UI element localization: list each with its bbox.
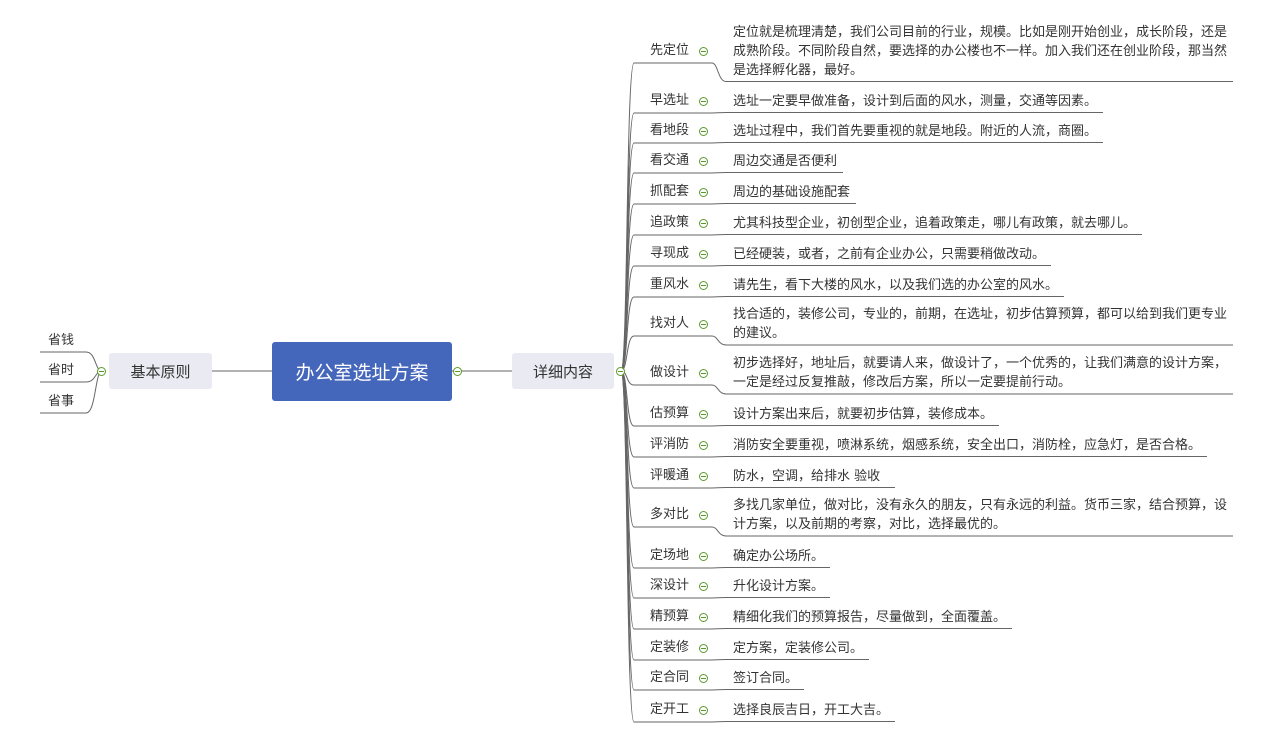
detail-item-label[interactable]: 先定位 <box>650 41 689 60</box>
collapse-toggle-detail[interactable] <box>699 281 708 290</box>
detail-text-underline <box>711 296 1064 298</box>
detail-item-label[interactable]: 抓配套 <box>650 182 689 201</box>
detail-text-underline <box>711 142 1103 144</box>
basic-principle-item[interactable]: 省钱 <box>48 331 74 350</box>
collapse-toggle-center[interactable] <box>453 367 462 376</box>
detail-item-text: 签订合同。 <box>733 670 799 686</box>
detail-text-underline <box>711 597 830 599</box>
detail-item-label[interactable]: 定开工 <box>650 700 689 719</box>
detail-item-text: 定方案，定装修公司。 <box>733 640 864 656</box>
detail-item-text: 找合适的，装修公司，专业的，前期，在选址，初步估算预算，都可以给到我们更专业的建… <box>733 307 1228 341</box>
detail-text-underline <box>711 567 830 569</box>
detail-item-text: 选择良辰吉日，开工大吉。 <box>733 702 890 718</box>
detail-item-label[interactable]: 定合同 <box>650 668 689 687</box>
detail-item-text: 防水，空调，给排水 验收 <box>733 468 881 484</box>
detail-text-underline <box>711 203 856 205</box>
detail-item-text: 尤其科技型企业，初创型企业，追着政策走，哪儿有政策，就去哪儿。 <box>733 215 1137 231</box>
detail-item-text: 确定办公场所。 <box>733 548 825 564</box>
detail-item-text: 多找几家单位，做对比，没有永久的朋友，只有永远的利益。货币三家，结合预算，设计方… <box>733 498 1228 532</box>
detail-item-label[interactable]: 多对比 <box>650 505 689 524</box>
detail-item-label[interactable]: 寻现成 <box>650 244 689 263</box>
detail-item-label[interactable]: 定装修 <box>650 638 689 657</box>
detail-item-label[interactable]: 做设计 <box>650 363 689 382</box>
detail-item-label[interactable]: 估预算 <box>650 404 689 423</box>
collapse-toggle-detail[interactable] <box>699 157 708 166</box>
detail-item-label[interactable]: 追政策 <box>650 213 689 232</box>
collapse-toggle-detail[interactable] <box>699 250 708 259</box>
collapse-toggle-detail[interactable] <box>699 369 708 378</box>
detail-item-label[interactable]: 评暖通 <box>650 466 689 485</box>
detail-item-text: 初步选择好，地址后，就要请人来，做设计了，一个优秀的，让我们满意的设计方案，一定… <box>733 356 1228 390</box>
detail-text-underline <box>711 689 804 691</box>
detail-item-text: 升化设计方案。 <box>733 578 825 594</box>
branch-basic-principles[interactable]: 基本原则 <box>109 353 212 389</box>
detail-text-underline <box>711 112 1103 114</box>
central-topic[interactable]: 办公室选址方案 <box>272 342 452 401</box>
detail-item-label[interactable]: 早选址 <box>650 91 689 110</box>
detail-item-text: 已经硬装，或者，之前有企业办公，只需要稍做改动。 <box>733 246 1046 262</box>
detail-item-label[interactable]: 找对人 <box>650 314 689 333</box>
collapse-toggle-basic[interactable] <box>97 367 106 376</box>
collapse-toggle-detail[interactable] <box>699 219 708 228</box>
detail-item-text: 设计方案出来后，就要初步估算，装修成本。 <box>733 406 994 422</box>
detail-text-underline <box>711 628 1012 630</box>
detail-item-text: 周边的基础设施配套 <box>733 184 851 200</box>
basic-principle-item[interactable]: 省时 <box>48 361 74 380</box>
detail-item-text: 消防安全要重视，喷淋系统，烟感系统，安全出口，消防栓，应急灯，是否合格。 <box>733 437 1202 453</box>
collapse-toggle-detail[interactable] <box>699 472 708 481</box>
collapse-toggle-detail[interactable] <box>699 552 708 561</box>
detail-text-underline <box>711 425 999 427</box>
collapse-toggle-details[interactable] <box>616 367 625 376</box>
collapse-toggle-detail[interactable] <box>699 188 708 197</box>
detail-text-underline <box>711 456 1207 458</box>
detail-text-underline <box>711 265 1051 267</box>
collapse-toggle-detail[interactable] <box>699 582 708 591</box>
branch-basic-principles-label: 基本原则 <box>130 362 191 381</box>
collapse-toggle-detail[interactable] <box>699 47 708 56</box>
collapse-toggle-detail[interactable] <box>699 706 708 715</box>
collapse-toggle-detail[interactable] <box>699 410 708 419</box>
branch-details[interactable]: 详细内容 <box>512 353 614 389</box>
detail-text-underline <box>711 487 895 489</box>
detail-text-underline <box>711 172 843 174</box>
branch-details-label: 详细内容 <box>532 362 593 381</box>
basic-principle-item[interactable]: 省事 <box>48 392 74 411</box>
detail-item-text: 定位就是梳理清楚，我们公司目前的行业，规模。比如是刚开始创业，成长阶段，还是成熟… <box>733 24 1228 78</box>
detail-item-text: 选址一定要早做准备，设计到后面的风水，测量，交通等因素。 <box>733 93 1098 109</box>
collapse-toggle-detail[interactable] <box>699 674 708 683</box>
collapse-toggle-detail[interactable] <box>699 613 708 622</box>
detail-item-text: 周边交通是否便利 <box>733 153 838 169</box>
detail-item-label[interactable]: 看地段 <box>650 121 689 140</box>
detail-text-underline <box>711 659 869 661</box>
detail-item-text: 请先生，看下大楼的风水，以及我们选的办公室的风水。 <box>733 277 1059 293</box>
collapse-toggle-detail[interactable] <box>699 320 708 329</box>
detail-item-label[interactable]: 定场地 <box>650 546 689 565</box>
detail-item-label[interactable]: 评消防 <box>650 435 689 454</box>
detail-text-underline <box>711 721 895 723</box>
detail-item-label[interactable]: 重风水 <box>650 275 689 294</box>
collapse-toggle-detail[interactable] <box>699 127 708 136</box>
detail-item-label[interactable]: 深设计 <box>650 576 689 595</box>
collapse-toggle-detail[interactable] <box>699 441 708 450</box>
central-topic-label: 办公室选址方案 <box>295 362 429 384</box>
collapse-toggle-detail[interactable] <box>699 511 708 520</box>
collapse-toggle-detail[interactable] <box>699 644 708 653</box>
detail-text-underline <box>711 234 1142 236</box>
detail-item-text: 选址过程中，我们首先要重视的就是地段。附近的人流，商圈。 <box>733 123 1098 139</box>
collapse-toggle-detail[interactable] <box>699 97 708 106</box>
detail-item-label[interactable]: 精预算 <box>650 607 689 626</box>
detail-item-label[interactable]: 看交通 <box>650 151 689 170</box>
detail-item-text: 精细化我们的预算报告，尽量做到，全面覆盖。 <box>733 609 1007 625</box>
